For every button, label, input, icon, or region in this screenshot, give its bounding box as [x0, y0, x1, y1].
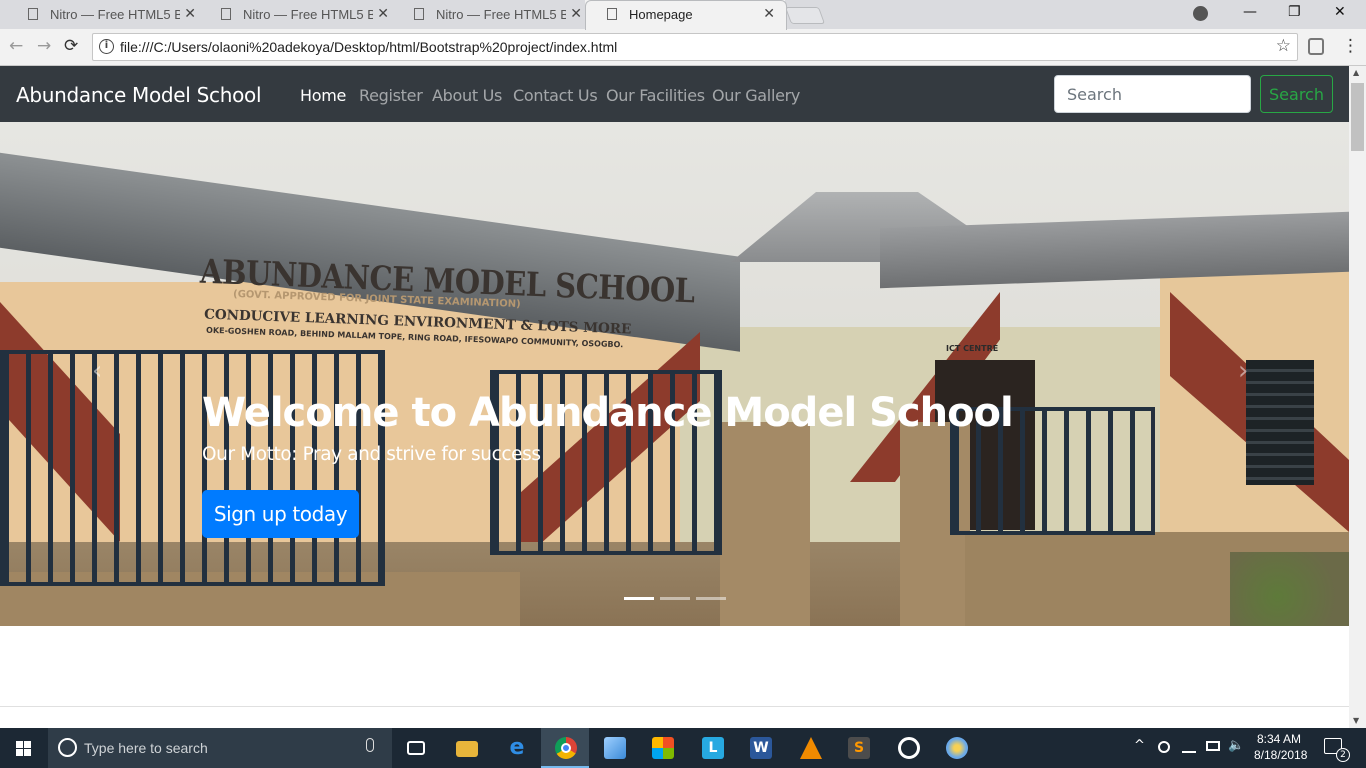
taskbar-search[interactable]: Type here to search [48, 728, 392, 768]
page-icon [221, 8, 231, 20]
sublime-icon[interactable]: S [834, 728, 882, 768]
search-input[interactable] [1054, 75, 1251, 113]
nav-link-gallery[interactable]: Our Gallery [712, 86, 800, 105]
scroll-up-icon[interactable]: ▲ [1353, 68, 1359, 77]
close-window-button[interactable]: ✕ [1334, 4, 1346, 20]
chrome-menu-icon[interactable]: ⋮ [1342, 36, 1359, 56]
microphone-icon[interactable] [366, 738, 374, 752]
3d-box-icon[interactable] [590, 728, 638, 768]
site-info-icon[interactable]: i [99, 39, 114, 54]
browser-tab[interactable]: Nitro — Free HTML5 Boo ✕ [6, 0, 206, 29]
nav-link-register[interactable]: Register [359, 86, 423, 105]
start-button[interactable] [0, 728, 48, 768]
carousel-prev-icon[interactable]: ‹ [92, 356, 112, 386]
navbar-brand[interactable]: Abundance Model School [16, 83, 262, 107]
task-view-icon[interactable] [392, 728, 440, 768]
carousel-caption-motto: Our Motto: Pray and strive for success [202, 444, 541, 465]
page-icon [28, 8, 38, 20]
scrollbar-thumb[interactable] [1351, 83, 1364, 151]
new-tab-button[interactable] [784, 7, 826, 24]
back-button[interactable]: ← [9, 36, 23, 56]
clock-time: 8:34 AM [1256, 732, 1302, 746]
section-divider [0, 706, 1349, 707]
bush-photo [1230, 552, 1349, 626]
volume-icon[interactable]: 🔈 [1228, 738, 1244, 753]
windows-logo-icon [16, 741, 32, 756]
close-tab-icon[interactable]: ✕ [763, 6, 775, 22]
tab-title: Nitro — Free HTML5 Boo [50, 7, 180, 22]
nav-link-contact[interactable]: Contact Us [513, 86, 598, 105]
hero-carousel: ABUNDANCE MODEL SCHOOL (GOVT. APPROVED F… [0, 122, 1349, 626]
browser-tab-active[interactable]: Homepage ✕ [585, 0, 785, 29]
minimize-button[interactable]: — [1243, 4, 1257, 20]
cortana-icon [58, 738, 77, 757]
close-tab-icon[interactable]: ✕ [377, 6, 389, 22]
site-navbar: Abundance Model School Home Register Abo… [0, 66, 1349, 122]
battery-icon[interactable] [1206, 741, 1220, 751]
carousel-next-icon[interactable]: › [1238, 356, 1258, 386]
notification-icon[interactable]: 2 [1324, 738, 1350, 762]
tray-chevron-icon[interactable]: ^ [1134, 738, 1145, 753]
browser-toolbar: ← → ⟳ i file:///C:/Users/olaoni%20adekoy… [0, 29, 1366, 66]
page-icon [607, 8, 617, 20]
forward-button[interactable]: → [37, 36, 51, 56]
block-pillar-photo [720, 422, 810, 626]
location-icon[interactable] [1158, 741, 1170, 753]
l-app-icon[interactable]: L [688, 728, 736, 768]
word-icon[interactable]: W [736, 728, 784, 768]
circle-app-icon[interactable] [884, 728, 932, 768]
taskbar-clock[interactable]: 8:34 AM 8/18/2018 [1254, 731, 1308, 763]
vlc-icon[interactable] [786, 728, 834, 768]
carousel-indicator[interactable] [660, 597, 690, 600]
network-icon[interactable] [1182, 741, 1196, 753]
close-tab-icon[interactable]: ✕ [184, 6, 196, 22]
chrome-icon[interactable] [541, 728, 589, 768]
nav-link-about[interactable]: About Us [432, 86, 502, 105]
browser-tab-strip: Nitro — Free HTML5 Boo ✕ Nitro — Free HT… [0, 0, 1366, 29]
edge-icon[interactable]: e [492, 728, 540, 768]
extension-icon[interactable] [1308, 38, 1324, 55]
web-page: Abundance Model School Home Register Abo… [0, 66, 1349, 728]
painted-sign-ict: ICT CENTRE [946, 344, 999, 353]
carousel-indicator[interactable] [624, 597, 654, 600]
carousel-caption-title: Welcome to Abundance Model School [202, 390, 1014, 436]
page-icon [414, 8, 424, 20]
notification-count: 2 [1336, 748, 1350, 762]
nav-link-facilities[interactable]: Our Facilities [606, 86, 705, 105]
tab-title: Nitro — Free HTML5 Boo [436, 7, 566, 22]
address-bar[interactable]: i file:///C:/Users/olaoni%20adekoya/Desk… [92, 33, 1298, 61]
browser-tab[interactable]: Nitro — Free HTML5 Boo ✕ [392, 0, 592, 29]
close-tab-icon[interactable]: ✕ [570, 6, 582, 22]
page-scrollbar[interactable]: ▲ ▼ [1349, 66, 1366, 728]
tab-title: Homepage [629, 7, 693, 22]
scroll-down-icon[interactable]: ▼ [1353, 716, 1359, 725]
nav-link-home[interactable]: Home [300, 86, 346, 105]
bookmark-star-icon[interactable]: ☆ [1276, 36, 1291, 56]
search-button[interactable]: Search [1260, 75, 1333, 113]
restore-button[interactable]: ❐ [1288, 4, 1301, 20]
paint-icon[interactable] [932, 728, 980, 768]
windows-taskbar: Type here to search e L W S ^ 🔈 8:34 AM … [0, 728, 1366, 768]
file-explorer-icon[interactable] [442, 728, 490, 768]
sign-up-button[interactable]: Sign up today [202, 490, 359, 538]
tab-title: Nitro — Free HTML5 Boo [243, 7, 373, 22]
reload-button[interactable]: ⟳ [64, 36, 78, 56]
address-text[interactable]: file:///C:/Users/olaoni%20adekoya/Deskto… [120, 39, 617, 55]
store-icon[interactable] [638, 728, 686, 768]
profile-icon[interactable] [1193, 6, 1208, 21]
browser-tab[interactable]: Nitro — Free HTML5 Boo ✕ [199, 0, 399, 29]
taskbar-search-placeholder: Type here to search [84, 740, 208, 756]
iron-fence-photo [0, 350, 385, 586]
carousel-indicator[interactable] [696, 597, 726, 600]
clock-date: 8/18/2018 [1254, 748, 1308, 762]
